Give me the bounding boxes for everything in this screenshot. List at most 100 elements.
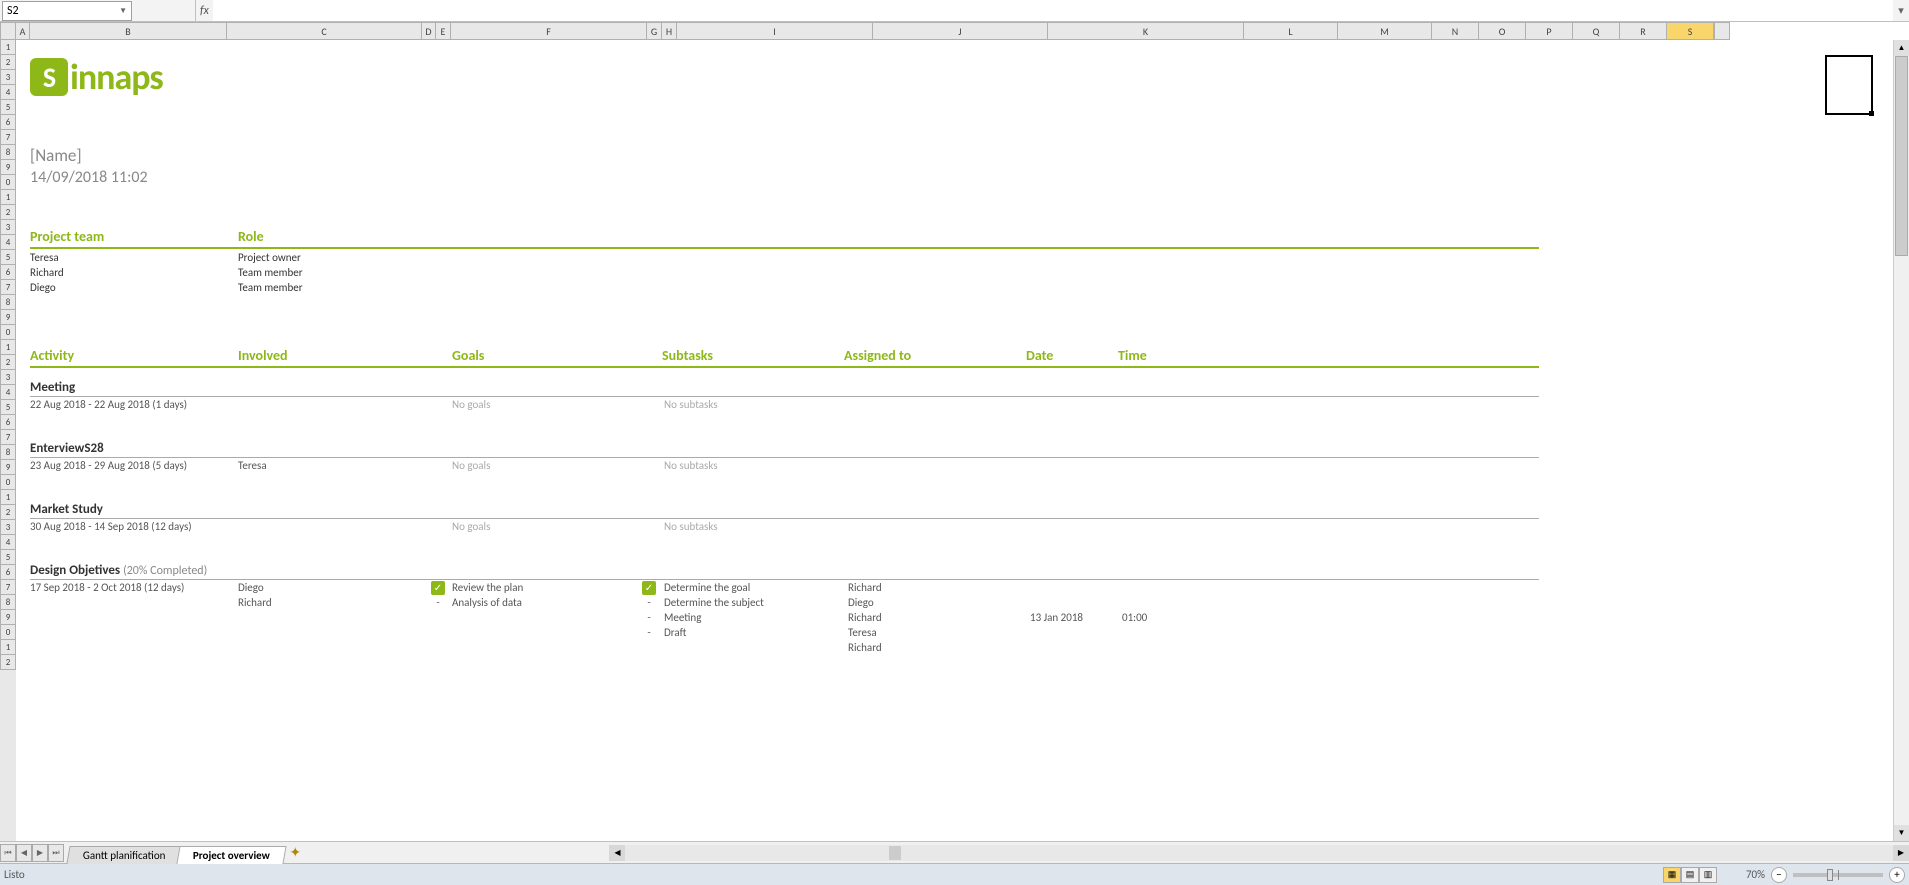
col-header-J[interactable]: J	[873, 22, 1048, 40]
subtask-check: ✓	[634, 581, 664, 595]
zoom-out-icon[interactable]: −	[1771, 867, 1787, 883]
row-header[interactable]: 9	[0, 610, 16, 625]
row-header[interactable]: 9	[0, 160, 16, 175]
tab-last-icon[interactable]: ⏭	[48, 844, 64, 862]
vertical-scrollbar[interactable]: ▲ ▼	[1893, 40, 1909, 841]
row-header[interactable]: 7	[0, 130, 16, 145]
row-header[interactable]: 9	[0, 460, 16, 475]
row-header[interactable]: 2	[0, 55, 16, 70]
zoom-slider-handle[interactable]	[1827, 869, 1833, 881]
row-header[interactable]: 6	[0, 415, 16, 430]
col-header-R[interactable]: R	[1620, 22, 1667, 40]
row-header[interactable]: 1	[0, 40, 16, 55]
fx-label-icon[interactable]: fx	[196, 4, 213, 18]
col-header-H[interactable]: H	[662, 22, 677, 40]
row-header[interactable]: 0	[0, 175, 16, 190]
row-header[interactable]: 8	[0, 295, 16, 310]
view-page-break-icon[interactable]: ▥	[1699, 867, 1717, 883]
row-header[interactable]: 2	[0, 205, 16, 220]
col-header-S[interactable]: S	[1667, 22, 1714, 40]
col-header-A[interactable]: A	[16, 22, 30, 40]
view-normal-icon[interactable]: ▦	[1663, 867, 1681, 883]
select-all-corner[interactable]	[0, 22, 16, 40]
row-header[interactable]: 5	[0, 100, 16, 115]
row-header[interactable]: 5	[0, 400, 16, 415]
col-header-N[interactable]: N	[1432, 22, 1479, 40]
grid-area[interactable]: Sinnaps [Name] 14/09/2018 11:02 Project …	[16, 40, 1893, 841]
name-box[interactable]: S2 ▼	[2, 1, 132, 21]
col-header-F[interactable]: F	[451, 22, 647, 40]
scroll-right-icon[interactable]: ▶	[1893, 845, 1909, 861]
row-header[interactable]: 3	[0, 220, 16, 235]
col-header-M[interactable]: M	[1338, 22, 1432, 40]
col-header-E[interactable]: E	[436, 22, 451, 40]
row-header[interactable]: 1	[0, 490, 16, 505]
row-header[interactable]: 4	[0, 385, 16, 400]
activity-subtasks-empty: No subtasks	[664, 398, 848, 411]
col-header-C[interactable]: C	[227, 22, 422, 40]
col-header-O[interactable]: O	[1479, 22, 1526, 40]
col-header-I[interactable]: I	[677, 22, 873, 40]
col-header-L[interactable]: L	[1244, 22, 1338, 40]
sheet-tab-label: Project overview	[193, 849, 270, 862]
vertical-scroll-thumb[interactable]	[1895, 56, 1908, 256]
col-header-K[interactable]: K	[1048, 22, 1244, 40]
horizontal-scroll-thumb[interactable]	[889, 846, 901, 860]
row-header[interactable]: 5	[0, 550, 16, 565]
scroll-up-icon[interactable]: ▲	[1894, 40, 1909, 56]
row-header[interactable]: 0	[0, 475, 16, 490]
row-header[interactable]: 8	[0, 445, 16, 460]
sheet-tab[interactable]: Project overview	[177, 846, 287, 864]
row-header[interactable]: 4	[0, 85, 16, 100]
row-header[interactable]: 7	[0, 280, 16, 295]
activity-data-row: -MeetingRichard13 Jan 201801:00	[30, 611, 1182, 624]
row-header[interactable]: 3	[0, 370, 16, 385]
fill-handle[interactable]	[1869, 111, 1874, 116]
row-header[interactable]: 0	[0, 325, 16, 340]
row-header[interactable]: 4	[0, 235, 16, 250]
name-box-dropdown-icon[interactable]: ▼	[119, 6, 127, 16]
row-header[interactable]: 2	[0, 505, 16, 520]
row-header[interactable]: 6	[0, 565, 16, 580]
tab-first-icon[interactable]: ⏮	[0, 844, 16, 862]
col-header-P[interactable]: P	[1526, 22, 1573, 40]
row-header[interactable]: 4	[0, 535, 16, 550]
row-header[interactable]: 5	[0, 250, 16, 265]
zoom-slider[interactable]	[1793, 873, 1883, 877]
row-header[interactable]: 7	[0, 430, 16, 445]
row-header[interactable]: 3	[0, 520, 16, 535]
view-page-layout-icon[interactable]: ▤	[1681, 867, 1699, 883]
horizontal-scrollbar[interactable]: ◀ ▶	[609, 845, 1909, 861]
tab-next-icon[interactable]: ▶	[32, 844, 48, 862]
activity-title-row: Market Study	[30, 502, 1539, 519]
formula-expand-icon[interactable]: ▾	[1893, 1, 1909, 21]
activity-dates: 30 Aug 2018 - 14 Sep 2018 (12 days)	[30, 520, 238, 533]
col-header-Q[interactable]: Q	[1573, 22, 1620, 40]
sheet-tab[interactable]: Gantt planification	[66, 846, 182, 864]
row-header[interactable]: 0	[0, 625, 16, 640]
row-header[interactable]: 1	[0, 340, 16, 355]
zoom-percentage[interactable]: 70%	[1725, 868, 1765, 881]
scroll-left-icon[interactable]: ◀	[609, 845, 625, 861]
row-header[interactable]: 8	[0, 595, 16, 610]
col-header-B[interactable]: B	[30, 22, 227, 40]
tab-prev-icon[interactable]: ◀	[16, 844, 32, 862]
selected-cell-box	[1825, 55, 1873, 115]
row-header[interactable]: 9	[0, 310, 16, 325]
zoom-in-icon[interactable]: +	[1889, 867, 1905, 883]
col-header-D[interactable]: D	[422, 22, 436, 40]
row-header[interactable]: 7	[0, 580, 16, 595]
row-header[interactable]: 1	[0, 640, 16, 655]
formula-input[interactable]	[213, 0, 1893, 21]
insert-sheet-icon[interactable]: ✦	[289, 844, 309, 861]
row-header[interactable]: 2	[0, 655, 16, 670]
row-header[interactable]: 1	[0, 190, 16, 205]
col-header-G[interactable]: G	[647, 22, 662, 40]
row-header[interactable]: 2	[0, 355, 16, 370]
row-header[interactable]: 6	[0, 115, 16, 130]
row-header[interactable]: 6	[0, 265, 16, 280]
subtask-assigned: Teresa	[848, 626, 1030, 639]
scroll-down-icon[interactable]: ▼	[1894, 825, 1909, 841]
row-header[interactable]: 3	[0, 70, 16, 85]
row-header[interactable]: 8	[0, 145, 16, 160]
